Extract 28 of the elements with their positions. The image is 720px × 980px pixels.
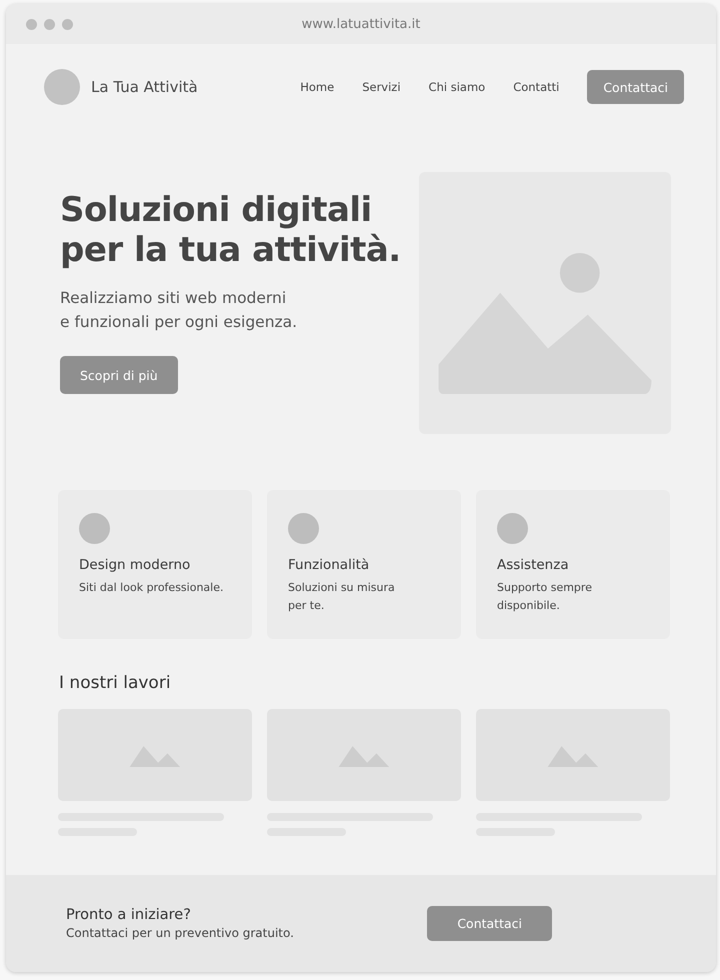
nav-link[interactable]: Servizi [362, 80, 401, 94]
address-url[interactable]: www.latuattivita.it [6, 16, 716, 32]
footer-title: Pronto a iniziare? [66, 907, 192, 923]
work-image-placeholder[interactable] [267, 709, 461, 801]
work-image-placeholder[interactable] [58, 709, 252, 801]
section-title: I nostri lavori [59, 673, 172, 693]
feature-title: Funzionalità [288, 557, 370, 573]
feature-text: Siti dal look professionale. [79, 580, 224, 596]
window-control-icon[interactable] [62, 18, 73, 30]
feature-title: Assistenza [497, 557, 570, 573]
feature-title: Design moderno [79, 557, 192, 573]
image-placeholder-icon [438, 252, 652, 394]
feature-icon [79, 513, 110, 544]
brand-name[interactable]: La Tua Attività [91, 78, 198, 96]
feature-text: Supporto sempre disponibile. [497, 580, 593, 614]
work-image-placeholder[interactable] [476, 709, 670, 801]
nav-link[interactable]: Contatti [513, 80, 560, 94]
feature-icon [497, 513, 528, 544]
window-control-icon[interactable] [44, 18, 55, 30]
hero-title: Soluzioni digitali per la tua attività. [60, 190, 401, 270]
logo-icon[interactable] [44, 69, 80, 105]
footer-text: Contattaci per un preventivo gratuito. [66, 926, 294, 940]
nav-link[interactable]: Home [300, 80, 334, 94]
nav-link[interactable]: Chi siamo [428, 80, 486, 94]
window-control-icon[interactable] [26, 18, 37, 30]
hero-subtitle: Realizziamo siti web moderni e funzionali per ogni esigenza. [60, 288, 298, 333]
feature-text: Soluzioni su misura per te. [288, 580, 396, 614]
feature-icon [288, 513, 319, 544]
